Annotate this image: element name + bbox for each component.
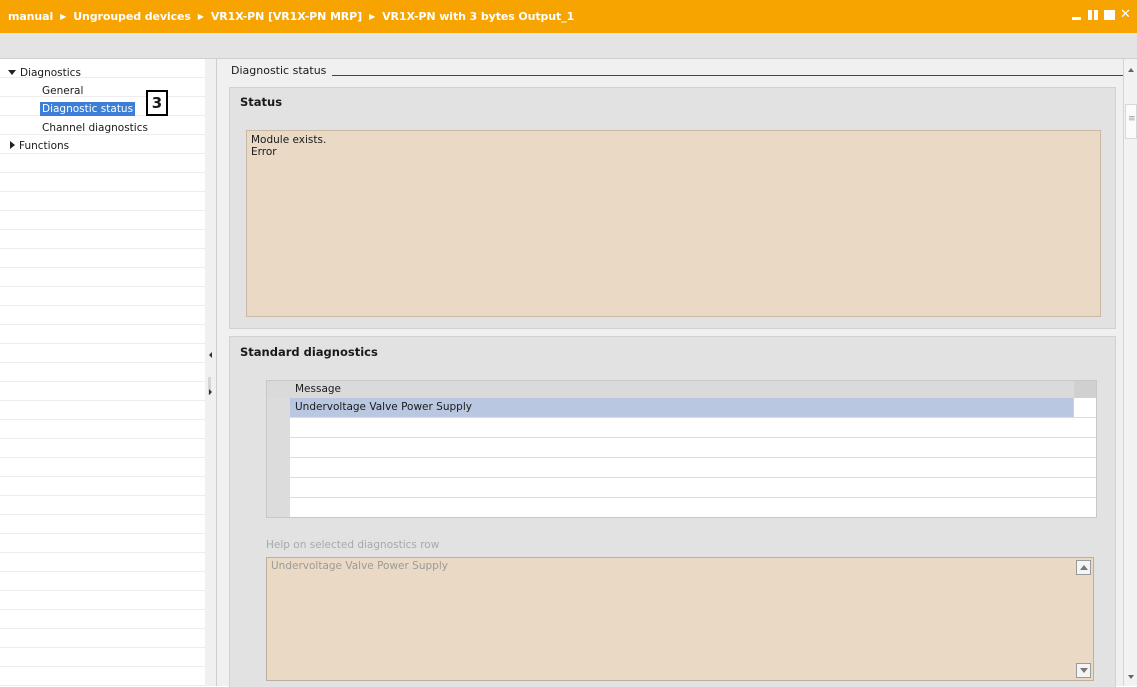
tile-icon[interactable] — [1088, 10, 1099, 20]
pane-splitter[interactable] — [205, 59, 217, 686]
section-divider — [231, 75, 1127, 76]
status-text-box: Module exists. Error — [246, 130, 1101, 317]
scrollbar-thumb[interactable] — [1125, 104, 1137, 139]
breadcrumb-item-project[interactable]: manual — [8, 10, 53, 23]
breadcrumb-item-device[interactable]: VR1X-PN [VR1X-PN MRP] — [211, 10, 362, 23]
tree-item-label: Diagnostics — [20, 67, 81, 79]
tree-item-label: Channel diagnostics — [42, 122, 148, 134]
table-row[interactable] — [290, 418, 1096, 438]
message-cell: Undervoltage Valve Power Supply — [295, 401, 472, 413]
tree-item-channel-diagnostics[interactable]: Channel diagnostics — [42, 122, 148, 134]
scroll-down-icon[interactable] — [1076, 663, 1091, 678]
tree-item-label: Diagnostic status — [40, 102, 136, 116]
tree-item-label: General — [42, 85, 84, 97]
table-row[interactable] — [290, 438, 1096, 458]
scroll-up-icon[interactable] — [1125, 63, 1137, 77]
table-row[interactable]: Undervoltage Valve Power Supply — [290, 398, 1096, 418]
breadcrumb-item-ungrouped-devices[interactable]: Ungrouped devices — [73, 10, 191, 23]
tree-item-functions[interactable]: Functions — [10, 140, 69, 152]
tree-item-general[interactable]: General — [42, 85, 83, 97]
help-text-box[interactable]: Undervoltage Valve Power Supply — [266, 557, 1094, 681]
toolbar-strip — [0, 33, 1137, 59]
tree-item-label: Functions — [19, 140, 70, 152]
collapse-arrow-icon[interactable] — [10, 141, 15, 149]
title-bar: manual ▶ Ungrouped devices ▶ VR1X-PN [VR1X-P… — [0, 0, 1137, 33]
navigation-tree: Diagnostics General Diagnostic status Ch… — [0, 59, 206, 686]
callout-number: 3 — [146, 90, 168, 116]
close-icon[interactable]: ✕ — [1120, 8, 1131, 21]
table-row[interactable] — [290, 478, 1096, 498]
expand-right-icon[interactable] — [209, 389, 212, 395]
diagnostics-table: Message Undervoltage Valve Power Supply — [266, 380, 1097, 518]
breadcrumb-item-module[interactable]: VR1X-PN with 3 bytes Output_1 — [382, 10, 574, 23]
row-end-cell — [1073, 398, 1096, 417]
table-row[interactable] — [290, 458, 1096, 478]
scroll-down-icon[interactable] — [1125, 670, 1137, 684]
tree-item-diagnostic-status[interactable]: Diagnostic status — [40, 102, 136, 116]
expand-arrow-icon[interactable] — [8, 70, 16, 75]
tree-item-diagnostics[interactable]: Diagnostics — [8, 67, 81, 79]
status-line: Module exists. — [251, 134, 327, 146]
row-header-column — [267, 398, 290, 517]
maximize-icon[interactable] — [1104, 10, 1115, 20]
help-text: Undervoltage Valve Power Supply — [271, 560, 448, 572]
section-title: Diagnostic status — [231, 64, 333, 77]
vertical-scrollbar[interactable] — [1123, 59, 1137, 686]
minimize-icon[interactable] — [1072, 9, 1083, 20]
standard-diagnostics-heading: Standard diagnostics — [240, 345, 378, 359]
scroll-up-icon[interactable] — [1076, 560, 1091, 575]
column-header-message[interactable]: Message — [295, 383, 341, 395]
help-label: Help on selected diagnostics row — [266, 539, 440, 551]
breadcrumb-separator-icon: ▶ — [197, 12, 204, 21]
status-line: Error — [251, 146, 277, 158]
collapse-left-icon[interactable] — [209, 352, 212, 358]
table-header: Message — [267, 381, 1096, 398]
status-heading: Status — [240, 95, 283, 109]
breadcrumb: manual ▶ Ungrouped devices ▶ VR1X-PN [VR1X-P… — [8, 10, 574, 23]
header-end-cell — [1074, 381, 1096, 398]
properties-content: Diagnostic status Status Module exists. … — [217, 59, 1127, 687]
status-panel: Status Module exists. Error — [229, 87, 1116, 329]
breadcrumb-separator-icon: ▶ — [369, 12, 376, 21]
breadcrumb-separator-icon: ▶ — [60, 12, 67, 21]
window-controls: ✕ — [1072, 8, 1131, 21]
